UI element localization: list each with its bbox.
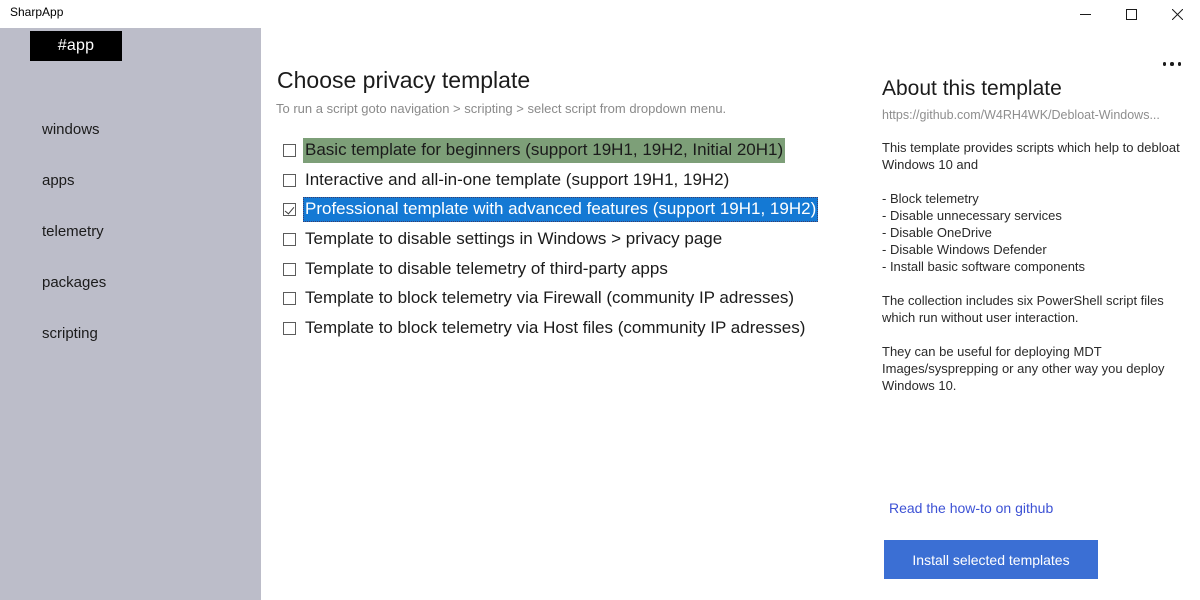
title-bar: SharpApp (0, 0, 1200, 28)
main-content: Choose privacy template To run a script … (261, 28, 1200, 600)
info-panel-paragraph-2: The collection includes six PowerShell s… (882, 293, 1164, 325)
template-list-item[interactable]: Professional template with advanced feat… (283, 195, 883, 225)
checkbox-icon[interactable] (283, 292, 296, 306)
sidebar: #app windows apps telemetry packages scr… (0, 28, 261, 600)
sidebar-item-label: windows (42, 121, 100, 138)
page-title: Choose privacy template (277, 67, 531, 94)
template-label: Template to block telemetry via Firewall… (305, 288, 795, 308)
template-label: Professional template with advanced feat… (303, 197, 819, 223)
window-controls (1062, 0, 1200, 28)
feature-item: - Disable Windows Defender (882, 242, 1047, 257)
ellipsis-dot (1170, 62, 1174, 66)
app-tab[interactable]: #app (30, 31, 122, 61)
feature-item: - Install basic software components (882, 259, 1086, 274)
checkbox-icon[interactable] (283, 321, 296, 335)
checkbox-checked-icon[interactable] (283, 203, 296, 217)
close-button[interactable] (1154, 0, 1200, 28)
template-list-item[interactable]: Template to block telemetry via Host fil… (283, 314, 883, 344)
template-list: Basic template for beginners (support 19… (283, 136, 883, 343)
sidebar-item-windows[interactable]: windows (0, 104, 261, 155)
sidebar-nav: windows apps telemetry packages scriptin… (0, 104, 261, 359)
info-panel-description: This template provides scripts which hel… (882, 140, 1180, 172)
template-list-item[interactable]: Template to disable telemetry of third-p… (283, 254, 883, 284)
feature-item: - Disable OneDrive (882, 225, 992, 240)
info-panel: About this template https://github.com/W… (882, 76, 1182, 394)
checkbox-icon[interactable] (283, 262, 296, 276)
sidebar-item-label: packages (42, 274, 107, 291)
feature-item: - Block telemetry (882, 191, 979, 206)
sidebar-item-label: telemetry (42, 223, 104, 240)
maximize-button[interactable] (1108, 0, 1154, 28)
page-subtitle: To run a script goto navigation > script… (276, 101, 727, 116)
info-panel-title: About this template (882, 77, 1062, 100)
sidebar-item-packages[interactable]: packages (0, 257, 261, 308)
template-list-item[interactable]: Interactive and all-in-one template (sup… (283, 166, 883, 196)
info-panel-feature-list: - Block telemetry - Disable unnecessary … (882, 190, 1182, 275)
app-tab-label: #app (57, 37, 95, 54)
ellipsis-dot (1177, 62, 1182, 66)
sidebar-item-label: scripting (42, 325, 98, 342)
maximize-icon (1125, 8, 1137, 20)
template-list-item[interactable]: Basic template for beginners (support 19… (283, 136, 883, 166)
template-list-item[interactable]: Template to disable settings in Windows … (283, 225, 883, 255)
minimize-icon (1079, 13, 1091, 15)
template-list-item[interactable]: Template to block telemetry via Firewall… (283, 284, 883, 314)
info-panel-url: https://github.com/W4RH4WK/Debloat-Windo… (882, 108, 1160, 122)
feature-item: - Disable unnecessary services (882, 208, 1062, 223)
template-label: Template to block telemetry via Host fil… (305, 317, 806, 337)
install-selected-templates-button[interactable]: Install selected templates (884, 540, 1098, 579)
ellipsis-dot (1162, 62, 1167, 66)
howto-link[interactable]: Read the how-to on github (889, 500, 1053, 516)
sidebar-item-telemetry[interactable]: telemetry (0, 206, 261, 257)
window-title: SharpApp (10, 5, 64, 19)
sidebar-item-apps[interactable]: apps (0, 155, 261, 206)
checkbox-icon[interactable] (283, 144, 296, 158)
info-panel-paragraph-3: They can be useful for deploying MDT Ima… (882, 344, 1165, 393)
close-icon (1171, 8, 1183, 20)
sidebar-item-scripting[interactable]: scripting (0, 308, 261, 359)
template-label: Template to disable settings in Windows … (305, 229, 723, 249)
template-label: Basic template for beginners (support 19… (303, 138, 786, 164)
sidebar-item-label: apps (42, 172, 75, 189)
checkbox-icon[interactable] (283, 173, 296, 187)
template-label: Template to disable telemetry of third-p… (305, 258, 668, 278)
template-label: Interactive and all-in-one template (sup… (305, 169, 730, 189)
minimize-button[interactable] (1062, 0, 1108, 28)
checkbox-icon[interactable] (283, 233, 296, 247)
